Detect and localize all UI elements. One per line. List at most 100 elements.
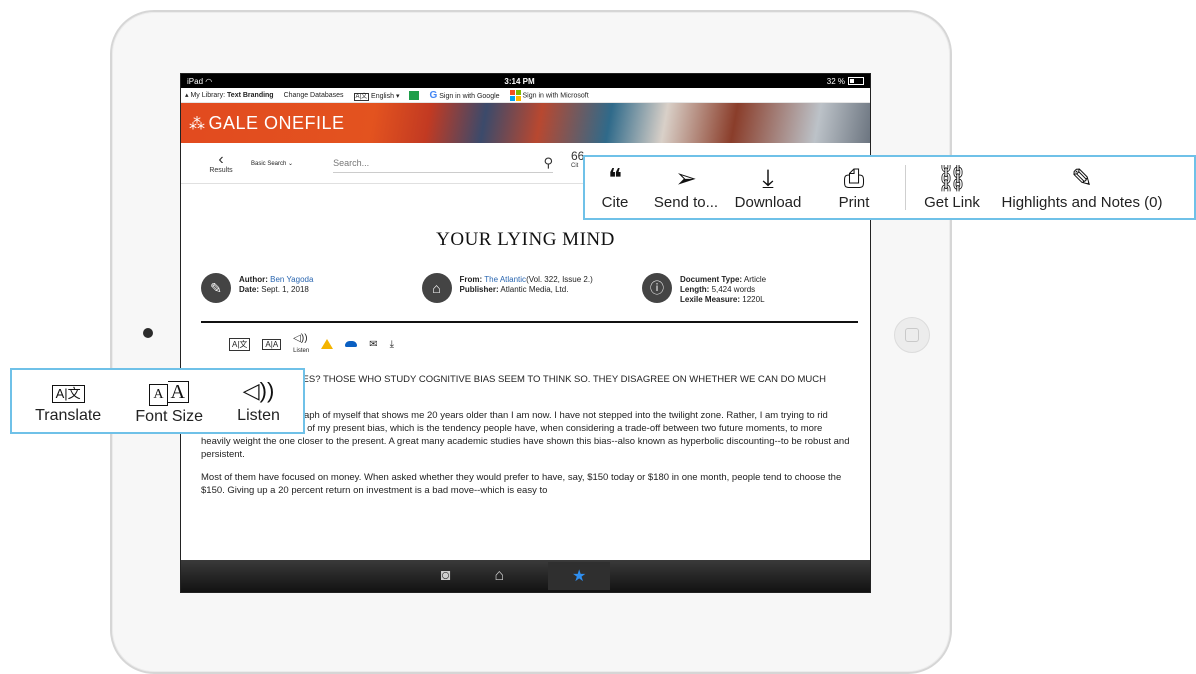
- banner: ⁂ GALE ONEFILE: [181, 103, 870, 143]
- reader-tools-callout: A|文 Translate AA Font Size ◁)) Listen: [10, 368, 305, 434]
- download-icon: ⤓: [762, 163, 774, 193]
- logo-text: GALE ONEFILE: [208, 113, 345, 133]
- wifi-icon: ◠: [205, 76, 213, 86]
- bottom-tab-bar: ◙ ⌂ ★: [181, 560, 870, 592]
- chevron-left-icon: ‹: [218, 150, 224, 168]
- google-classroom-icon[interactable]: [409, 90, 420, 100]
- translate-icon: A|文: [353, 92, 370, 101]
- carrier-label: iPad: [187, 76, 204, 86]
- length-label: Length:: [680, 285, 710, 294]
- translate-button[interactable]: A|文 Translate: [35, 370, 101, 432]
- download-button[interactable]: ⤓ Download: [727, 157, 809, 218]
- download-label: Download: [734, 194, 802, 211]
- battery-icon: [847, 77, 864, 86]
- building-icon: ⌂: [421, 273, 452, 303]
- font-size-tool-icon[interactable]: A|A: [262, 338, 282, 350]
- status-bar: iPad ◠ 3:14 PM 32 %: [181, 74, 870, 88]
- date-value: Sept. 1, 2018: [261, 285, 309, 294]
- pen-icon: ✎: [201, 273, 231, 303]
- font-size-button[interactable]: AA Font Size: [135, 370, 203, 432]
- language-value: English: [371, 92, 395, 100]
- printer-icon: ⎙: [843, 163, 865, 193]
- author-label: Author:: [239, 275, 268, 284]
- lexile-label: Lexile Measure:: [680, 295, 741, 304]
- library-prefix: My Library:: [190, 92, 226, 99]
- font-size-icon: AA: [149, 377, 189, 406]
- download-small-icon[interactable]: ⤓: [390, 339, 394, 350]
- back-to-results-button[interactable]: ‹ Results: [201, 150, 241, 174]
- publisher-label: Publisher:: [459, 285, 499, 294]
- paragraph-2: Most of them have focused on money. When…: [201, 472, 842, 496]
- home-button[interactable]: [894, 317, 930, 353]
- source-block: ⌂ From: The Atlantic(Vol. 322, Issue 2.)…: [421, 273, 632, 305]
- doc-info-block: ⓘ Document Type: Article Length: 5,424 w…: [642, 273, 852, 305]
- lexile-value: 1220L: [742, 295, 765, 304]
- battery-percent: 32 %: [826, 76, 845, 86]
- tools-callout: ❝ Cite ➢ Send to... ⤓ Download ⎙ Print ⛓…: [583, 155, 1196, 220]
- language-select[interactable]: A|文 English ▾: [353, 91, 399, 101]
- link-icon: ⛓: [935, 163, 969, 193]
- divider: [201, 321, 858, 323]
- speaker-icon: ◁)): [242, 378, 275, 403]
- translate-label: Translate: [35, 407, 102, 424]
- microsoft-icon: [509, 89, 521, 101]
- home-icon[interactable]: ⌂: [494, 567, 504, 585]
- cite-label: Cite: [601, 194, 629, 211]
- library-link[interactable]: ▴ My Library: Text Branding: [185, 91, 274, 99]
- info-icon: ⓘ: [642, 273, 672, 303]
- get-link-button[interactable]: ⛓ Get Link: [912, 157, 992, 218]
- highlights-notes-button[interactable]: ✎ Highlights and Notes (0): [992, 157, 1172, 218]
- cite-button[interactable]: ❝ Cite: [585, 157, 645, 218]
- email-icon[interactable]: ✉: [369, 339, 377, 350]
- spark-icon: ⁂: [189, 116, 206, 133]
- quote-icon: ❝: [608, 163, 622, 193]
- publication-link[interactable]: The Atlantic: [484, 275, 526, 284]
- article-title: YOUR LYING MIND: [436, 229, 615, 250]
- favorites-star-icon[interactable]: ★: [548, 562, 611, 590]
- listen-button[interactable]: ◁)) Listen: [237, 370, 280, 432]
- author-link[interactable]: Ben Yagoda: [270, 275, 313, 284]
- back-label: Results: [209, 166, 233, 174]
- gale-logo[interactable]: ⁂ GALE ONEFILE: [189, 113, 345, 134]
- library-name: Text Branding: [227, 92, 274, 99]
- translate-icon: A|文: [51, 377, 85, 405]
- google-signin-label: Sign in with Google: [439, 92, 500, 100]
- date-label: Date:: [239, 285, 260, 294]
- onedrive-icon[interactable]: [345, 341, 358, 347]
- google-drive-icon[interactable]: [321, 339, 334, 349]
- change-databases-link[interactable]: Change Databases: [284, 92, 344, 99]
- listen-label: Listen: [237, 407, 280, 424]
- speaker-icon: ◁)): [293, 333, 308, 344]
- print-label: Print: [838, 194, 870, 211]
- font-size-label: Font Size: [135, 407, 203, 425]
- article-meta: ✎ Author: Ben Yagoda Date: Sept. 1, 2018…: [181, 273, 870, 305]
- print-button[interactable]: ⎙ Print: [809, 157, 899, 218]
- camera-icon[interactable]: ◙: [441, 567, 451, 585]
- library-bar: ▴ My Library: Text Branding Change Datab…: [181, 88, 870, 103]
- microsoft-signin-label: Sign in with Microsoft: [522, 91, 589, 99]
- translate-tool-icon[interactable]: A|文: [229, 337, 251, 351]
- search-mode-label: Basic Search: [251, 160, 287, 167]
- google-signin-button[interactable]: G Sign in with Google: [429, 90, 499, 101]
- highlighter-icon: ✎: [1071, 163, 1093, 193]
- microsoft-signin-button[interactable]: Sign in with Microsoft: [509, 89, 589, 101]
- send-to-button[interactable]: ➢ Send to...: [645, 157, 727, 218]
- highlights-label: Highlights and Notes (0): [1001, 194, 1163, 211]
- listen-tool[interactable]: ◁)) Listen: [293, 333, 309, 355]
- author-block: ✎ Author: Ben Yagoda Date: Sept. 1, 2018: [201, 273, 411, 305]
- doctype-label: Document Type:: [680, 275, 743, 284]
- search-placeholder: Search...: [333, 157, 370, 168]
- get-link-label: Get Link: [924, 194, 980, 211]
- issue-detail: (Vol. 322, Issue 2.): [526, 275, 593, 284]
- length-value: 5,424 words: [711, 285, 756, 294]
- ipad-screen: iPad ◠ 3:14 PM 32 % ▴ My Library: Text B…: [180, 73, 871, 593]
- publisher-value: Atlantic Media, Ltd.: [500, 285, 569, 294]
- article-toolbar: A|文 A|A ◁)) Listen ✉ ⤓: [181, 333, 870, 355]
- paper-plane-icon: ➢: [675, 163, 697, 193]
- search-input[interactable]: Search... ⚲: [333, 154, 554, 173]
- search-mode-select[interactable]: Basic Search ⌄: [251, 160, 293, 167]
- search-icon[interactable]: ⚲: [544, 155, 554, 171]
- camera: [143, 328, 153, 338]
- callout-divider: [905, 165, 906, 210]
- google-icon: G: [429, 89, 438, 101]
